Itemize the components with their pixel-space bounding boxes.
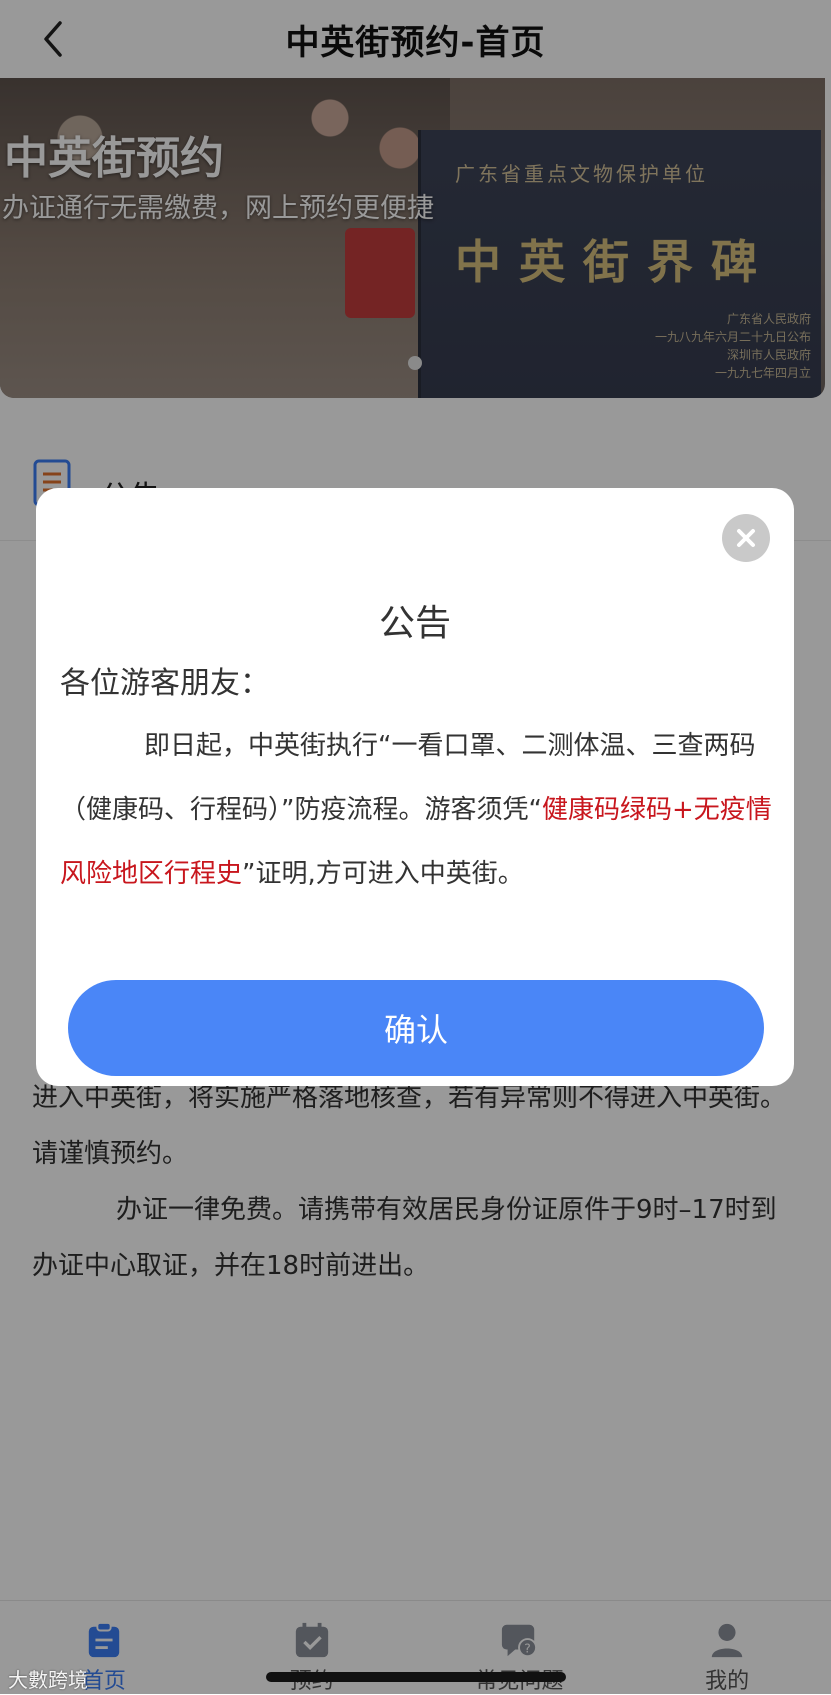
watermark: 大數跨境 [8,1668,88,1692]
modal-greeting: 各位游客朋友： [60,666,270,701]
close-icon [737,529,755,547]
modal-body-text: ”证明,方可进入中英街。 [242,859,524,889]
confirm-button[interactable]: 确认 [68,980,764,1076]
home-indicator [266,1672,566,1682]
modal-body: 即日起，中英街执行“一看口罩、二测体温、三查两码（健康码、行程码）”防疫流程。游… [60,714,780,906]
announcement-modal: 公告 各位游客朋友： 即日起，中英街执行“一看口罩、二测体温、三查两码（健康码、… [36,488,794,1086]
modal-title: 公告 [378,603,451,644]
close-button[interactable] [722,514,770,562]
